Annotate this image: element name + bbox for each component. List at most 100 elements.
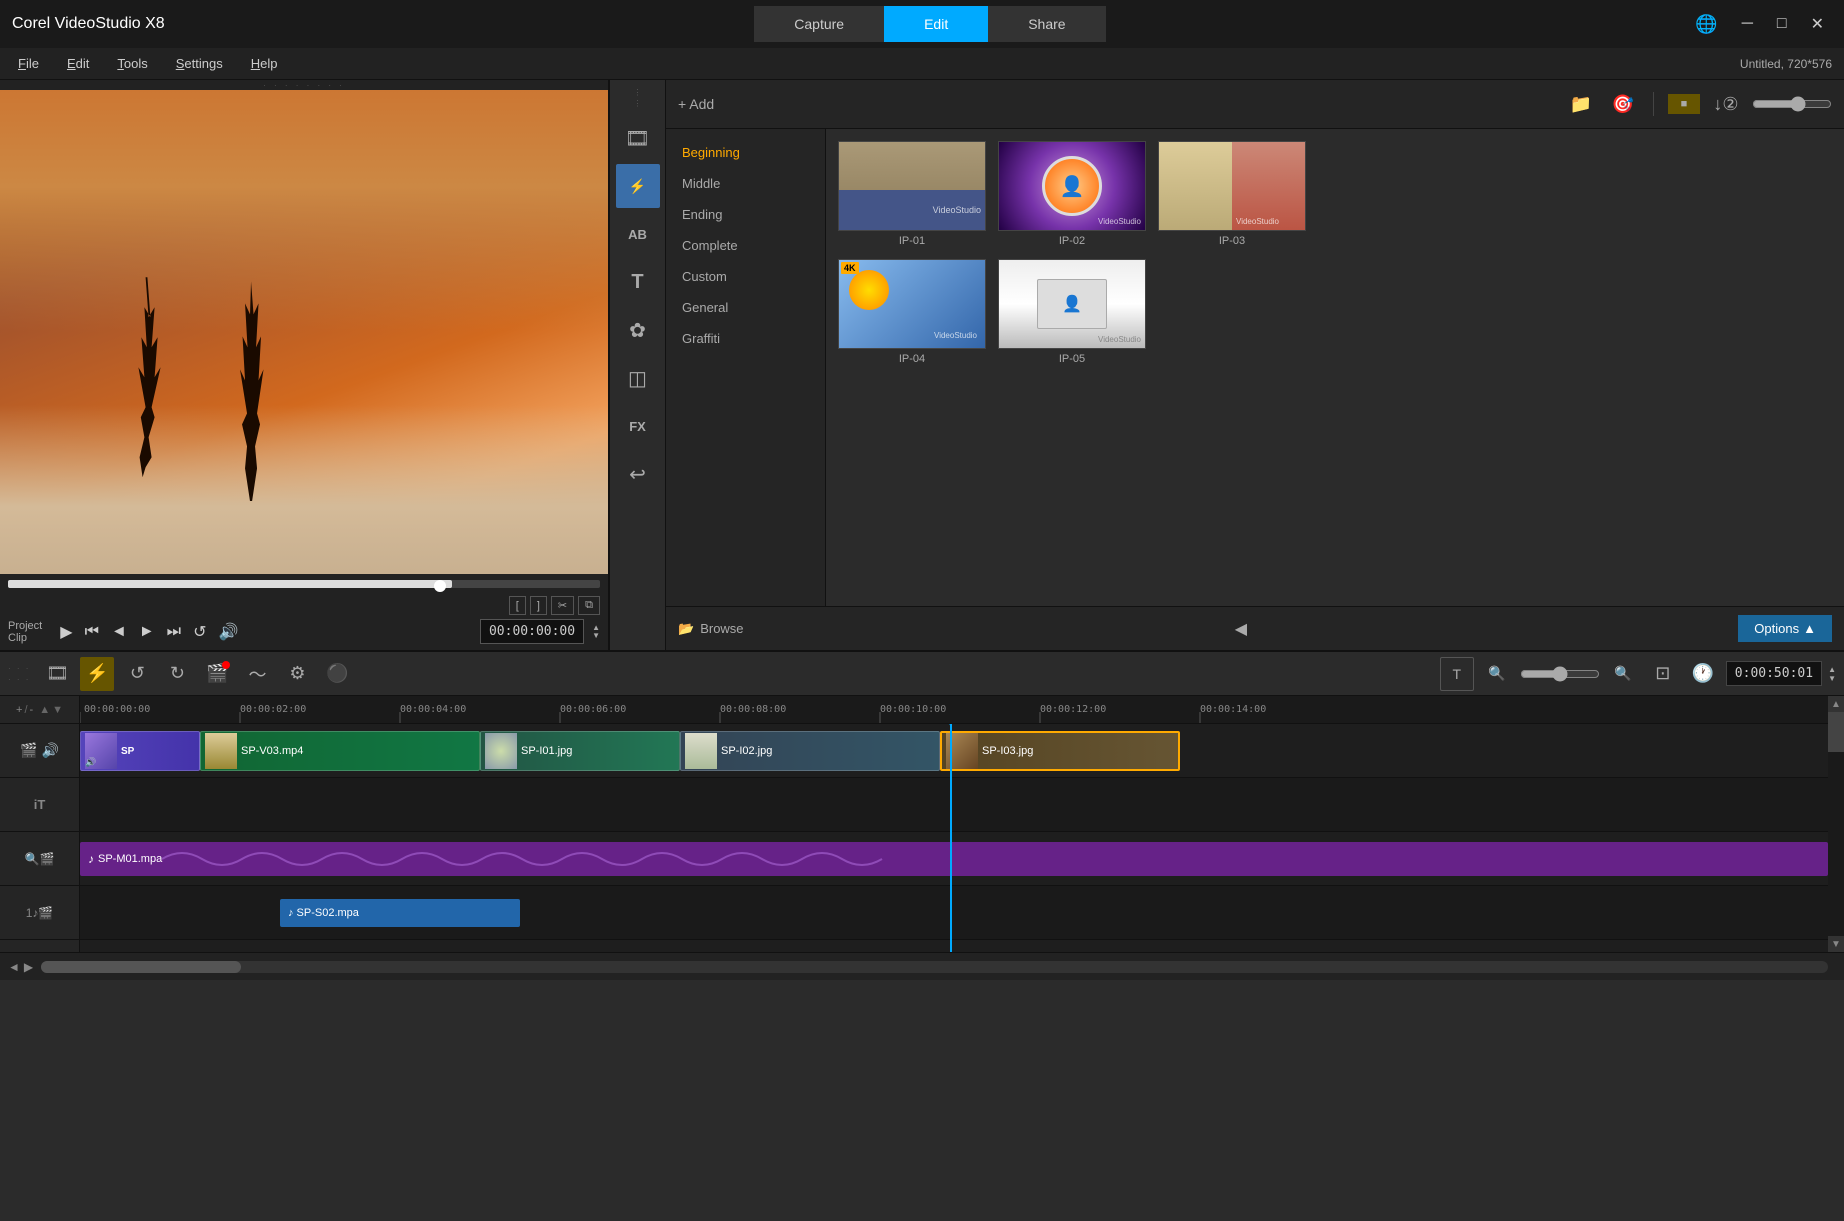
- skip-to-start-button[interactable]: ⏮: [83, 621, 101, 643]
- tl-fx2-button[interactable]: ⚙: [280, 657, 314, 691]
- skip-to-end-button[interactable]: ⏭: [165, 621, 183, 643]
- title-bar: Corel VideoStudio X8 Capture Edit Share …: [0, 0, 1844, 48]
- template-ip03[interactable]: VideoStudio IP-03: [1158, 141, 1306, 247]
- template-ip04-badge: 4K: [841, 262, 859, 274]
- collapse-panel-button[interactable]: ◀: [1235, 619, 1247, 639]
- template-ip04-label: IP-04: [899, 353, 925, 365]
- remove-track-button[interactable]: -: [30, 704, 34, 716]
- tl-redo-button[interactable]: ↻: [160, 657, 194, 691]
- order-icon-button[interactable]: ↓②: [1710, 88, 1742, 120]
- tl-scroll-thumb[interactable]: [41, 961, 241, 973]
- tl-play-button[interactable]: ▶: [24, 960, 33, 974]
- tl-prev-button[interactable]: ◄: [8, 960, 20, 974]
- title-button[interactable]: T: [616, 260, 660, 304]
- vscroll-thumb[interactable]: [1828, 712, 1844, 752]
- tl-record-button[interactable]: 🎬: [200, 657, 234, 691]
- tl-undo-button[interactable]: ↺: [120, 657, 154, 691]
- step-back-button[interactable]: ◄: [109, 621, 129, 643]
- maximize-button[interactable]: □: [1769, 11, 1795, 37]
- close-button[interactable]: ✕: [1803, 10, 1832, 38]
- panel-body: Beginning Middle Ending Complete Custom …: [666, 129, 1844, 606]
- clip-i01[interactable]: SP-I01.jpg: [480, 731, 680, 771]
- clip-sp[interactable]: SP 🔊: [80, 731, 200, 771]
- template-icon-button[interactable]: 🎯: [1607, 88, 1639, 120]
- clip-sound[interactable]: ♪ SP-S02.mpa: [280, 899, 520, 927]
- music-waveform: [162, 842, 1820, 876]
- cat-general[interactable]: General: [666, 292, 825, 323]
- cat-ending[interactable]: Ending: [666, 199, 825, 230]
- cat-beginning[interactable]: Beginning: [666, 137, 825, 168]
- template-ip05[interactable]: 👤 VideoStudio IP-05: [998, 259, 1146, 365]
- menu-settings[interactable]: Settings: [170, 52, 229, 75]
- loop-button[interactable]: ↺: [191, 620, 208, 644]
- clip-i03[interactable]: SP-I03.jpg: [940, 731, 1180, 771]
- sort-icon-button[interactable]: ■: [1668, 94, 1700, 114]
- template-ip05-thumb: 👤 VideoStudio: [998, 259, 1146, 349]
- text-button[interactable]: AB: [616, 212, 660, 256]
- cat-graffiti[interactable]: Graffiti: [666, 323, 825, 354]
- tl-time-up-button[interactable]: ▲: [1828, 665, 1836, 674]
- tl-instant-button[interactable]: ⚡: [80, 657, 114, 691]
- clip-i02[interactable]: SP-I02.jpg: [680, 731, 940, 771]
- minimize-button[interactable]: ─: [1734, 11, 1761, 37]
- clip-i02-thumb: [685, 733, 717, 769]
- tl-text-overlay-button[interactable]: T: [1440, 657, 1474, 691]
- tab-edit[interactable]: Edit: [884, 6, 988, 42]
- instant-project-button[interactable]: ⚡: [616, 164, 660, 208]
- clip-music[interactable]: ♪ SP-M01.mpa: [80, 842, 1828, 876]
- track-controls-header: + / - ▲ ▼: [0, 696, 79, 724]
- transition-button[interactable]: ◫: [616, 356, 660, 400]
- zoom-out-button[interactable]: 🔍: [1480, 657, 1514, 691]
- tab-capture[interactable]: Capture: [754, 6, 884, 42]
- add-button[interactable]: + Add: [678, 96, 714, 112]
- step-forward-button[interactable]: ►: [137, 621, 157, 643]
- video-track-sound-icon: 🔊: [42, 742, 59, 759]
- fx-button[interactable]: FX: [616, 404, 660, 448]
- filter-button[interactable]: ✿: [616, 308, 660, 352]
- tl-fit-button[interactable]: ⊡: [1646, 657, 1680, 691]
- menu-tools[interactable]: Tools: [111, 52, 153, 75]
- back-button[interactable]: ↩: [616, 452, 660, 496]
- cut-button[interactable]: ✂: [551, 596, 574, 615]
- menu-edit[interactable]: Edit: [61, 52, 95, 75]
- clip-label: Clip: [8, 632, 42, 644]
- mark-out-button[interactable]: ]: [530, 596, 547, 615]
- template-row-1: 4K VideoStudio IP-01: [838, 141, 1832, 247]
- copy-button[interactable]: ⧉: [578, 596, 600, 615]
- template-ip02[interactable]: 👤 VideoStudio IP-02: [998, 141, 1146, 247]
- zoom-slider-input[interactable]: [1520, 666, 1600, 682]
- options-button[interactable]: Options ▲: [1738, 615, 1832, 642]
- tl-media-button[interactable]: 🎞: [40, 657, 74, 691]
- tl-ball-button[interactable]: ⚫: [320, 657, 354, 691]
- time-down-button[interactable]: ▼: [592, 632, 600, 640]
- add-track-button[interactable]: +: [16, 704, 22, 716]
- browse-button[interactable]: 📂 Browse: [678, 621, 744, 637]
- volume-button[interactable]: 🔊: [216, 620, 240, 644]
- folder-icon-button[interactable]: 📁: [1565, 88, 1597, 120]
- zoom-in-button[interactable]: 🔍: [1606, 657, 1640, 691]
- globe-icon[interactable]: 🌐: [1695, 14, 1717, 35]
- menu-file[interactable]: File: [12, 52, 45, 75]
- size-slider-input[interactable]: [1752, 96, 1832, 112]
- tl-time-display: 0:00:50:01: [1726, 661, 1822, 686]
- clip-v03[interactable]: SP-V03.mp4: [200, 731, 480, 771]
- tl-time-down-button[interactable]: ▼: [1828, 674, 1836, 683]
- cat-middle[interactable]: Middle: [666, 168, 825, 199]
- music-note-icon: ♪: [88, 852, 94, 866]
- vscroll-down-button[interactable]: ▼: [1828, 936, 1844, 952]
- menu-help[interactable]: Help: [245, 52, 284, 75]
- track-arrow-up: ▲: [39, 704, 50, 716]
- tab-share[interactable]: Share: [988, 6, 1105, 42]
- progress-bar[interactable]: [8, 580, 600, 588]
- tl-scrollbar[interactable]: [41, 961, 1828, 973]
- template-ip01[interactable]: 4K VideoStudio IP-01: [838, 141, 986, 247]
- cat-custom[interactable]: Custom: [666, 261, 825, 292]
- media-button[interactable]: 🎞: [616, 116, 660, 160]
- template-ip04[interactable]: 4K VideoStudio IP-04: [838, 259, 986, 365]
- vscroll-up-button[interactable]: ▲: [1828, 696, 1844, 712]
- mark-in-button[interactable]: [: [509, 596, 526, 615]
- cat-complete[interactable]: Complete: [666, 230, 825, 261]
- tl-clock-button[interactable]: 🕐: [1686, 657, 1720, 691]
- play-button[interactable]: ▶: [58, 620, 74, 644]
- tl-audio-button[interactable]: 〜: [240, 657, 274, 691]
